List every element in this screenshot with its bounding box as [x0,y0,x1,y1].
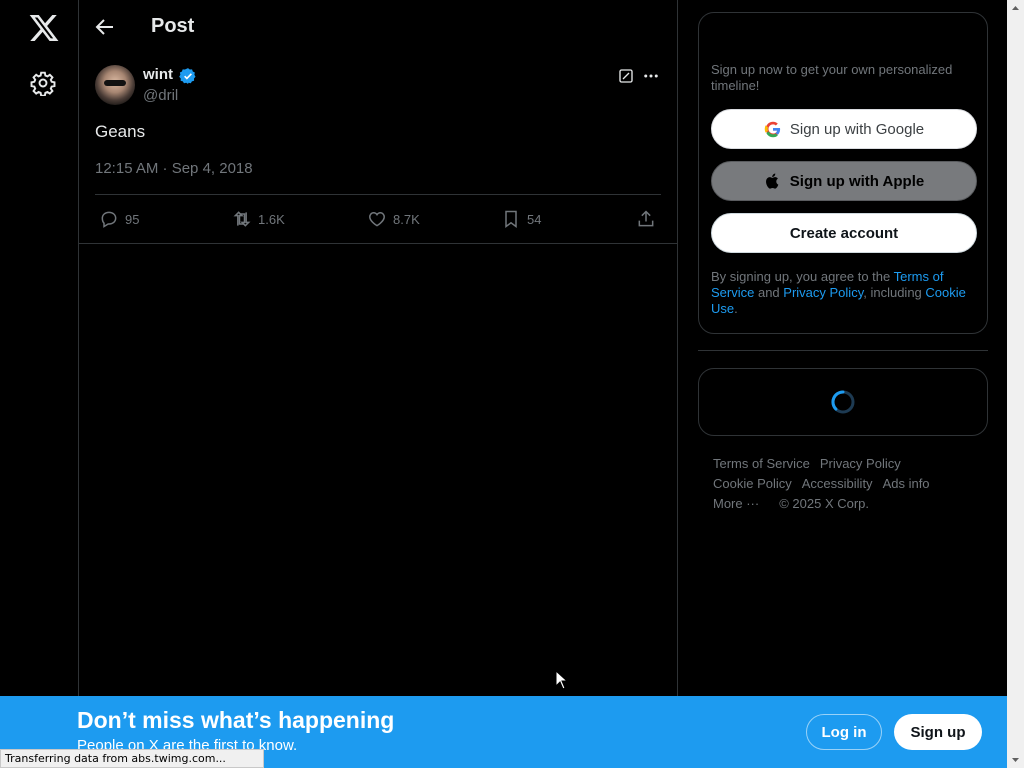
bookmark-button[interactable]: 54 [501,208,541,230]
main-column: Post wint @dril Geans 12:15 AM · Sep 4, … [79,0,678,768]
signup-apple-button[interactable]: Sign up with Apple [711,161,977,201]
create-account-label: Create account [789,224,899,242]
gear-icon[interactable] [30,70,56,96]
author-handle[interactable]: @dril [143,87,178,104]
like-icon [367,209,387,229]
like-button[interactable]: 8.7K [367,208,420,230]
privacy-link[interactable]: Privacy Policy [783,285,863,300]
loading-card [698,368,988,436]
tweet: wint @dril Geans 12:15 AM · Sep 4, 2018 … [79,54,677,244]
back-arrow-icon[interactable] [93,15,117,39]
footer-cookie-link[interactable]: Cookie Policy [713,474,792,494]
repost-button[interactable]: 1.6K [232,208,285,230]
google-icon [764,120,782,138]
repost-icon [232,209,252,229]
mouse-cursor-icon [555,670,569,690]
bookmark-count: 54 [527,211,542,227]
signup-apple-label: Sign up with Apple [789,172,925,190]
page-header: Post [79,0,677,54]
footer-privacy-link[interactable]: Privacy Policy [820,454,901,474]
legal-prefix: By signing up, you agree to the [711,269,894,284]
create-account-button[interactable]: Create account [711,213,977,253]
grok-icon[interactable] [617,67,635,85]
footer-terms-link[interactable]: Terms of Service [713,454,810,474]
scroll-down-arrow-icon[interactable] [1007,751,1024,768]
login-prompt-title: Don’t miss what’s happening [77,707,395,733]
like-count: 8.7K [393,211,420,227]
share-icon [636,209,656,229]
scrollbar[interactable] [1007,0,1024,768]
browser-status-bar: Transferring data from abs.twimg.com... [0,749,264,768]
scroll-up-arrow-icon[interactable] [1007,0,1024,17]
signup-card: Sign up now to get your own personalized… [698,12,988,334]
signup-google-label: Sign up with Google [789,120,925,138]
reply-button[interactable]: 95 [99,208,139,230]
signup-button[interactable]: Sign up [894,714,982,750]
bookmark-icon [501,209,521,229]
footer-links: Terms of Service Privacy Policy Cookie P… [713,454,983,514]
share-button[interactable] [636,208,656,230]
x-logo-icon[interactable] [28,12,60,44]
footer-ads-info-link[interactable]: Ads info [883,474,930,494]
legal-and: and [754,285,784,300]
reply-count: 95 [125,211,140,227]
verified-badge-icon [179,67,197,85]
page-title: Post [151,15,195,37]
left-rail [0,0,79,768]
apple-icon [764,172,782,190]
sidebar-divider [698,350,988,351]
footer-copyright: © 2025 X Corp. [779,496,870,511]
legal-end: . [734,301,738,316]
tweet-timestamp[interactable]: 12:15 AM · Sep 4, 2018 [95,160,253,177]
signup-blurb: Sign up now to get your own personalized… [711,62,953,93]
footer-accessibility-link[interactable]: Accessibility [802,474,873,494]
tweet-actions: 95 1.6K 8.7K 54 [79,195,677,243]
legal-notice: By signing up, you agree to the Terms of… [711,269,979,317]
login-button[interactable]: Log in [806,714,882,750]
tweet-text: Geans [95,122,146,141]
more-icon[interactable] [642,67,660,85]
avatar[interactable] [95,65,135,105]
legal-including: , including [863,285,926,300]
spinner-icon [830,389,856,415]
signup-google-button[interactable]: Sign up with Google [711,109,977,149]
repost-count: 1.6K [258,211,285,227]
footer-more-link[interactable]: More ··· [713,494,759,514]
reply-icon [99,209,119,229]
author-name[interactable]: wint [143,66,173,83]
